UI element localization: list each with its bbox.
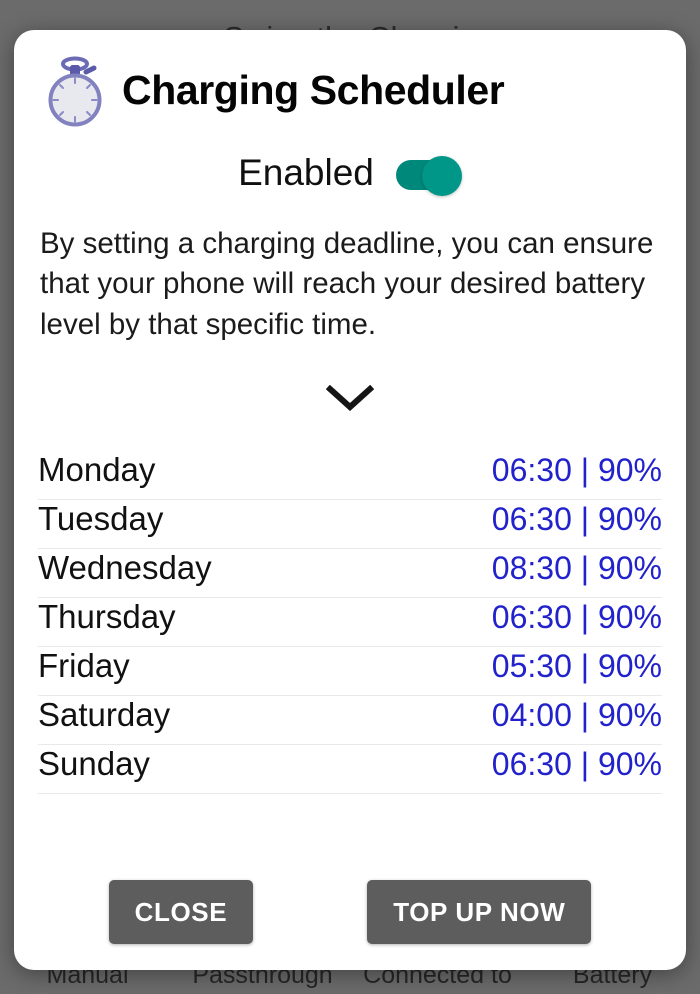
day-label: Wednesday (38, 549, 212, 587)
day-value: 04:00 | 90% (491, 697, 662, 734)
day-label: Tuesday (38, 500, 164, 538)
stopwatch-icon (48, 56, 102, 127)
day-label: Monday (38, 451, 156, 489)
schedule-list: Monday 06:30 | 90% Tuesday 06:30 | 90% W… (38, 451, 662, 795)
dialog-header: Charging Scheduler (14, 30, 686, 127)
day-value: 08:30 | 90% (491, 550, 662, 587)
expand-schedule-button[interactable] (14, 361, 686, 435)
enabled-label: Enabled (238, 152, 374, 193)
enabled-toggle-row[interactable]: Enabled (14, 152, 686, 196)
table-row[interactable]: Monday 06:30 | 90% (38, 451, 662, 501)
dialog-description: By setting a charging deadline, you can … (40, 227, 654, 341)
table-row[interactable]: Tuesday 06:30 | 90% (38, 500, 662, 550)
charging-scheduler-dialog: Charging Scheduler Enabled By setting a … (14, 30, 686, 970)
table-row[interactable]: Thursday 06:30 | 90% (38, 598, 662, 648)
top-up-now-button[interactable]: TOP UP NOW (367, 880, 592, 944)
dialog-title: Charging Scheduler (122, 66, 505, 113)
day-label: Saturday (38, 696, 171, 734)
day-value: 06:30 | 90% (491, 501, 662, 538)
app-screen: Swipe the Chargie Manual switch Passthro… (0, 0, 700, 994)
enabled-toggle-switch[interactable] (395, 156, 462, 196)
day-value: 05:30 | 90% (491, 648, 662, 685)
day-value: 06:30 | 90% (491, 452, 662, 489)
day-label: Friday (38, 647, 130, 685)
table-row[interactable]: Saturday 04:00 | 90% (38, 696, 662, 746)
day-label: Sunday (38, 745, 150, 783)
table-row[interactable]: Sunday 06:30 | 90% (38, 745, 662, 795)
day-value: 06:30 | 90% (491, 746, 662, 783)
table-row[interactable]: Wednesday 08:30 | 90% (38, 549, 662, 599)
dialog-actions: CLOSE TOP UP NOW (14, 880, 686, 944)
day-label: Thursday (38, 598, 176, 636)
table-row[interactable]: Friday 05:30 | 90% (38, 647, 662, 697)
toggle-knob (421, 156, 462, 196)
close-button[interactable]: CLOSE (108, 880, 254, 944)
chevron-down-icon (326, 385, 374, 412)
day-value: 06:30 | 90% (491, 599, 662, 636)
